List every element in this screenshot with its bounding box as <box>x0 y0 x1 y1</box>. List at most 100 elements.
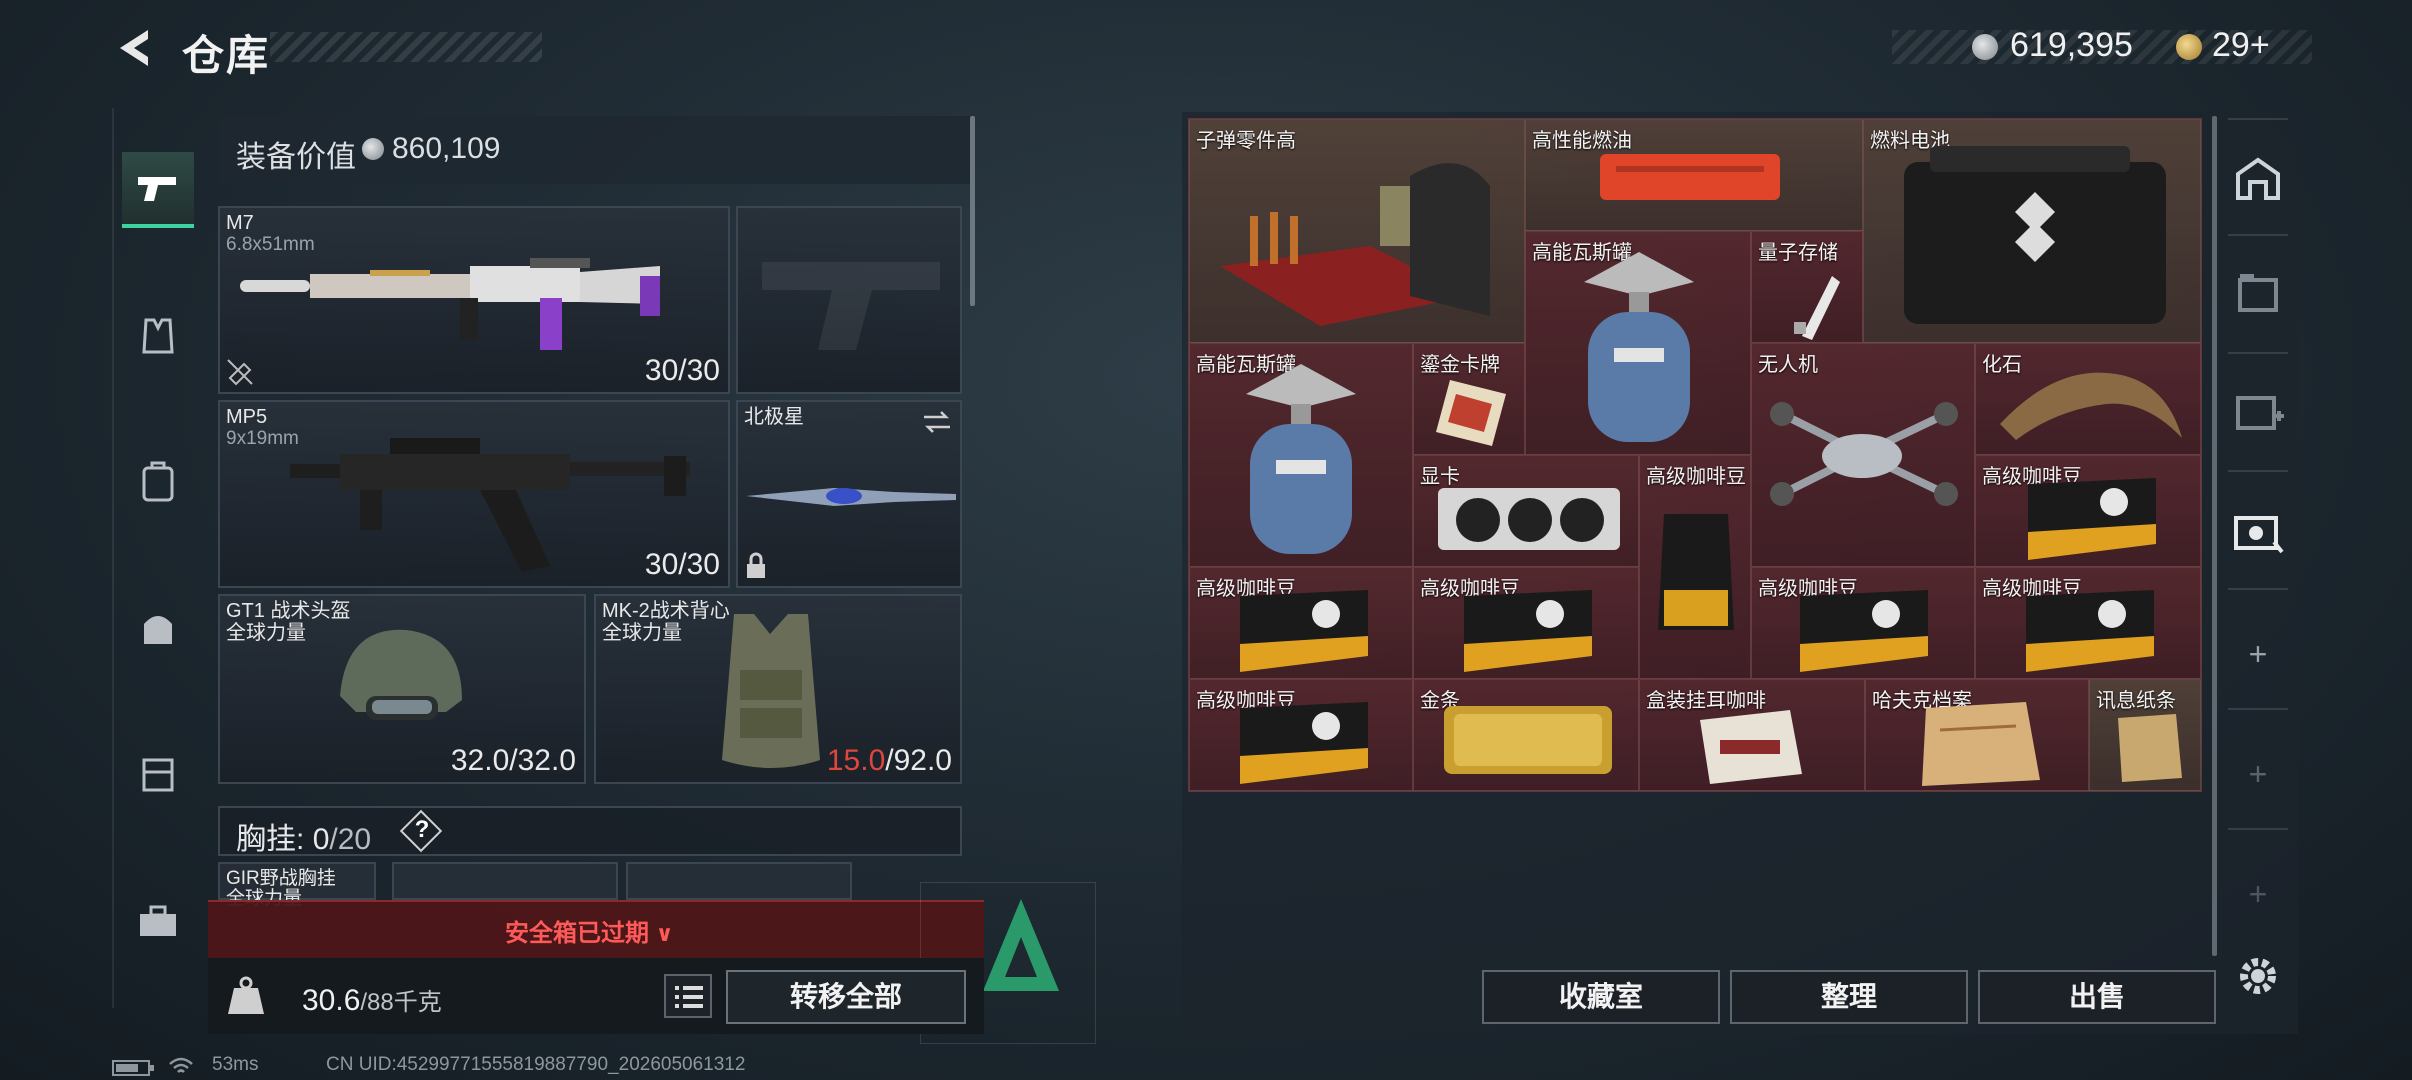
stash-page-home[interactable] <box>2228 148 2288 208</box>
stash-item[interactable]: 化石 <box>1975 343 2201 455</box>
collection-room-button[interactable]: 收藏室 <box>1482 970 1720 1024</box>
stash-item[interactable]: 子弹零件高 <box>1189 119 1525 343</box>
chest-rig-slot[interactable]: GIR野战胸挂 全球力量 <box>218 862 376 909</box>
stash-expand-icon <box>2236 396 2284 430</box>
stash-item[interactable]: 显卡 <box>1413 455 1639 567</box>
rail-divider <box>2228 470 2288 472</box>
category-sidebar <box>112 108 208 1008</box>
coffee-pack-icon <box>1240 590 1368 672</box>
current-weight: 30.6 <box>302 984 361 1017</box>
tab-backpack[interactable] <box>122 446 194 518</box>
rail-divider <box>2228 234 2288 236</box>
stash-page-4[interactable] <box>2228 500 2288 560</box>
rail-divider <box>2228 352 2288 354</box>
battery-icon <box>112 1060 154 1076</box>
tab-armor[interactable] <box>122 300 194 372</box>
stash-item[interactable]: 高能瓦斯罐 <box>1525 231 1751 455</box>
fossil-claw-icon <box>2000 372 2182 440</box>
rig-name: GIR野战胸挂 <box>226 868 336 889</box>
green-logo-icon <box>983 899 1059 991</box>
stash-item[interactable]: 燃料电池 <box>1863 119 2201 343</box>
weight-kg-icon <box>228 976 264 1014</box>
transfer-all-button[interactable]: 转移全部 <box>726 970 966 1024</box>
stash-camera-icon <box>2234 516 2284 554</box>
fuel-case-icon <box>1600 154 1780 200</box>
armor-slot[interactable]: MK-2战术背心 全球力量 15.0/92.0 <box>594 594 962 784</box>
stash-item[interactable]: 高级咖啡豆 <box>1189 679 1413 791</box>
tab-weapons[interactable] <box>122 152 194 228</box>
melee-slot[interactable]: 北极星 <box>736 400 962 588</box>
gas-canister-icon <box>1246 364 1356 554</box>
coffee-pack-icon <box>1240 702 1368 784</box>
stash-item[interactable]: 高级咖啡豆 <box>1413 567 1639 679</box>
vest-icon <box>142 318 174 354</box>
sell-button[interactable]: 出售 <box>1978 970 2216 1024</box>
stash-page-3[interactable] <box>2228 382 2288 442</box>
settings-button[interactable] <box>2228 946 2288 1006</box>
graphics-card-icon <box>1438 488 1620 550</box>
armor-brand: 全球力量 <box>602 622 682 644</box>
stash-item[interactable]: 高性能燃油 <box>1525 119 1863 231</box>
tab-container[interactable] <box>122 738 194 810</box>
bag-icon <box>144 616 172 644</box>
currency-premium[interactable]: 29+ <box>2212 26 2270 65</box>
tab-bag[interactable] <box>122 592 194 664</box>
wifi-icon <box>169 1057 193 1073</box>
secondary-weapon-slot[interactable]: MP5 9x19mm 30/30 <box>218 400 730 588</box>
coffee-box-icon <box>1700 710 1802 784</box>
note-paper-icon <box>2118 714 2182 782</box>
add-stash-page-icon[interactable]: + <box>2236 636 2280 673</box>
swap-icon[interactable] <box>922 410 952 434</box>
primary-weapon-slot[interactable]: M7 6.8x51mm 30/30 <box>218 206 730 394</box>
stash-item[interactable]: 鎏金卡牌 <box>1413 343 1525 455</box>
helmet-slot[interactable]: GT1 战术头盔 全球力量 32.0/32.0 <box>218 594 586 784</box>
add-stash-page-icon[interactable]: + <box>2236 756 2280 793</box>
stash-item[interactable]: 高级咖啡豆 <box>1189 567 1413 679</box>
stash-item[interactable]: 无人机 <box>1751 343 1975 567</box>
uid-text: CN UID:45299771555819887790_202605061312 <box>326 1054 746 1075</box>
no-attachment-icon <box>227 359 253 386</box>
stash-home-icon <box>2236 157 2280 200</box>
chest-rig-current: 0 <box>312 823 330 856</box>
stash-item[interactable]: 量子存储 <box>1751 231 1863 343</box>
stash-box-icon <box>2238 274 2278 312</box>
ping-text: 53ms <box>212 1054 259 1075</box>
pistol-slot[interactable] <box>736 206 962 394</box>
page-title: 仓库 <box>182 32 271 79</box>
list-icon <box>675 986 703 1008</box>
tab-toolbox[interactable] <box>122 886 194 958</box>
stash-item[interactable]: 高级咖啡豆 <box>1975 455 2201 567</box>
loadout-scrollbar[interactable] <box>970 116 975 306</box>
rail-divider <box>2228 828 2288 830</box>
chest-rig-max: /20 <box>329 823 372 856</box>
stash-scrollbar[interactable] <box>2212 116 2217 956</box>
coffee-bag-icon <box>1658 514 1734 630</box>
armor-durability-max: /92.0 <box>885 744 952 777</box>
back-arrow-icon[interactable] <box>112 26 156 70</box>
stash-item[interactable]: 金条 <box>1413 679 1639 791</box>
stash-item[interactable]: 高能瓦斯罐 <box>1189 343 1413 567</box>
stash-page-2[interactable] <box>2228 264 2288 324</box>
rail-divider <box>2228 708 2288 710</box>
vest-armor-icon <box>722 614 820 768</box>
drone-icon <box>1770 402 1958 506</box>
document-icon <box>1922 702 2040 786</box>
stash-item[interactable]: 哈夫克档案 <box>1865 679 2089 791</box>
sort-button[interactable]: 整理 <box>1730 970 1968 1024</box>
stash-item[interactable]: 高级咖啡豆 <box>1639 455 1751 679</box>
stash-item[interactable]: 高级咖啡豆 <box>1975 567 2201 679</box>
currency-coins: 619,395 <box>2010 26 2133 64</box>
stash-item[interactable]: 盒装挂耳咖啡 <box>1639 679 1865 791</box>
ammo-parts-icon <box>1220 163 1490 326</box>
rig-storage-slot[interactable] <box>626 862 852 900</box>
toolbox-icon <box>140 905 176 936</box>
stash-item[interactable]: 讯息纸条 <box>2089 679 2201 791</box>
rig-storage-slot[interactable] <box>392 862 618 900</box>
add-stash-page-icon[interactable]: + <box>2236 876 2280 913</box>
list-view-button[interactable] <box>664 974 712 1018</box>
stash-item[interactable]: 高级咖啡豆 <box>1751 567 1975 679</box>
helmet-durability: 32.0/32.0 <box>450 744 576 777</box>
secondary-ammo: 30/30 <box>644 548 720 581</box>
rifle-m7-icon <box>240 258 660 350</box>
usb-drive-icon <box>1794 276 1840 340</box>
